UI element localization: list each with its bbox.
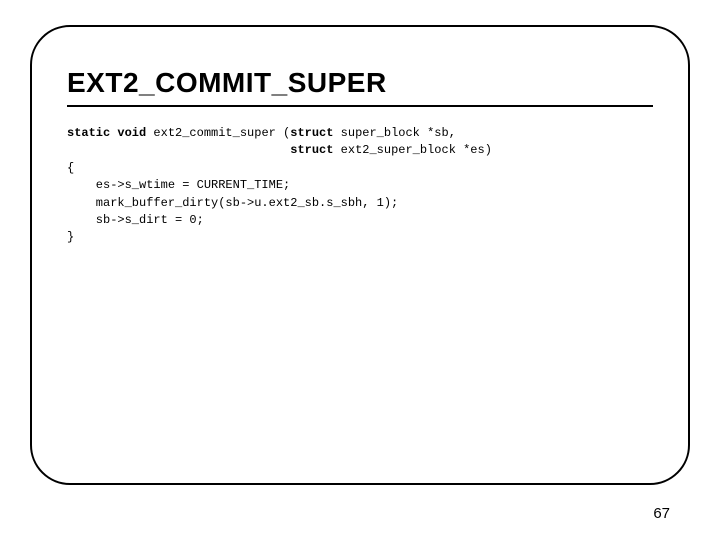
code-text (67, 143, 290, 157)
code-text: sb->s_dirt = 0; (67, 213, 204, 227)
code-text: es->s_wtime = CURRENT_TIME; (67, 178, 290, 192)
code-keyword: static void (67, 126, 146, 140)
code-text: ext2_commit_super ( (146, 126, 290, 140)
code-keyword: struct (290, 143, 333, 157)
code-text: mark_buffer_dirty(sb->u.ext2_sb.s_sbh, 1… (67, 196, 398, 210)
code-text: } (67, 230, 74, 244)
slide-title: EXT2_COMMIT_SUPER (67, 67, 653, 99)
title-underline (67, 105, 653, 107)
slide: EXT2_COMMIT_SUPER static void ext2_commi… (0, 0, 720, 540)
page-number: 67 (653, 505, 670, 522)
code-keyword: struct (290, 126, 333, 140)
code-text: { (67, 161, 74, 175)
code-text: super_block *sb, (333, 126, 455, 140)
code-text: ext2_super_block *es) (333, 143, 491, 157)
code-block: static void ext2_commit_super (struct su… (67, 125, 653, 247)
slide-frame: EXT2_COMMIT_SUPER static void ext2_commi… (30, 25, 690, 485)
